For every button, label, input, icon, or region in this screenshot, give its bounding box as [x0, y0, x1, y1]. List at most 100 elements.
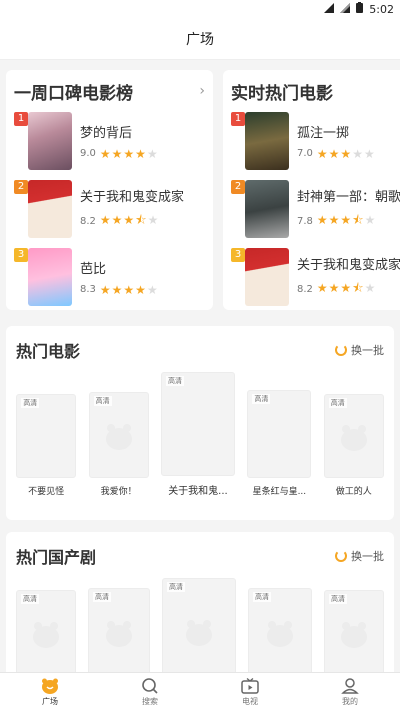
section-title: 热门国产剧 — [16, 548, 97, 567]
status-bar: 5:02 — [0, 0, 400, 20]
refresh-icon — [335, 344, 347, 356]
rating: 7.0 ★★★★★ — [297, 147, 376, 161]
tab-tv[interactable]: 电视 — [220, 673, 280, 712]
signal-icon — [324, 2, 335, 16]
hd-badge: 高清 — [93, 396, 112, 406]
rating-score: 7.8 — [297, 216, 313, 227]
placeholder-icon — [186, 620, 212, 647]
movie-title: 封神第一部：朝歌 — [297, 190, 400, 205]
star-rating-icon: ★★★★★ — [99, 282, 159, 297]
placeholder-icon — [106, 621, 132, 648]
movie-cover[interactable] — [245, 248, 289, 306]
search-icon — [141, 678, 159, 694]
signal-strength-icon — [340, 2, 351, 16]
hd-badge: 高清 — [93, 592, 111, 602]
hd-badge: 高清 — [329, 594, 347, 604]
rank-badge: 1 — [14, 112, 28, 126]
chevron-right-icon[interactable]: › — [199, 83, 205, 99]
movie-title: 芭比 — [80, 261, 107, 277]
tab-square[interactable]: 广场 — [20, 673, 80, 712]
rank-badge: 1 — [231, 112, 245, 126]
tab-label: 广场 — [42, 697, 58, 706]
star-rating-icon: ★★★★★ — [99, 146, 159, 161]
movie-title: 星条红与皇... — [252, 487, 307, 497]
drama-poster[interactable]: 高清 — [324, 590, 384, 676]
rank-list-title: 一周口碑电影榜 — [14, 83, 133, 104]
drama-card[interactable]: 高清 — [248, 588, 312, 676]
rating-score: 9.0 — [80, 148, 96, 159]
drama-poster[interactable]: 高清 — [248, 588, 312, 676]
hd-badge: 高清 — [167, 582, 185, 592]
rating-score: 8.2 — [297, 284, 313, 295]
drama-card[interactable]: 高清 — [162, 578, 236, 682]
refresh-button[interactable]: 换一批 — [335, 548, 384, 564]
hot-movies-section: 热门电影 换一批 高清 不要见怪 高清 我爱你！ 高清 关于我和鬼... 高清 … — [6, 326, 394, 520]
rank-badge: 3 — [231, 248, 245, 262]
hd-badge: 高清 — [253, 592, 271, 602]
list-item[interactable]: 2 封神第一部：朝歌 7.8 ★★★⯪★ — [231, 180, 400, 238]
drama-poster[interactable]: 高清 — [88, 588, 150, 676]
list-item[interactable]: 2 关于我和鬼变成家 8.2 ★★★⯪★ — [14, 180, 205, 238]
refresh-button[interactable]: 换一批 — [335, 342, 384, 358]
movie-poster[interactable]: 高清 — [16, 394, 77, 478]
list-item[interactable]: 1 梦的背后 9.0 ★★★★★ — [14, 112, 205, 170]
placeholder-icon — [340, 425, 367, 452]
movie-cover[interactable] — [28, 180, 72, 238]
tab-search[interactable]: 搜索 — [120, 673, 180, 712]
refresh-label: 换一批 — [351, 344, 384, 357]
hd-badge: 高清 — [21, 594, 39, 604]
movie-poster[interactable]: 高清 — [247, 390, 312, 478]
rating: 9.0 ★★★★★ — [80, 147, 159, 161]
hd-badge: 高清 — [21, 398, 40, 408]
rating: 8.2 ★★★⯪★ — [297, 279, 400, 300]
placeholder-icon — [105, 424, 132, 451]
drama-card[interactable]: 高清 — [88, 588, 150, 676]
placeholder-icon — [33, 622, 59, 649]
movie-title: 做工的人 — [335, 487, 372, 497]
tab-label: 电视 — [242, 697, 258, 706]
movie-poster[interactable]: 高清 — [160, 372, 235, 476]
list-item[interactable]: 3 芭比 8.3 ★★★★★ — [14, 248, 205, 306]
star-rating-icon: ★★★⯪★ — [316, 213, 377, 227]
movie-card[interactable]: 高清 不要见怪 — [16, 394, 77, 497]
star-rating-icon: ★★★⯪★ — [99, 213, 160, 227]
movie-title: 关于我和鬼变成家 — [297, 258, 400, 273]
movie-poster[interactable]: 高清 — [88, 392, 149, 478]
list-item[interactable]: 1 孤注一掷 7.0 ★★★★★ — [231, 112, 400, 170]
movie-card[interactable]: 高清 关于我和鬼... — [160, 372, 235, 497]
drama-row: 高清 高清 高清 高清 高清 — [6, 578, 394, 682]
movie-cover[interactable] — [28, 248, 72, 306]
rank-badge: 3 — [14, 248, 28, 262]
battery-icon — [356, 2, 364, 16]
rank-list-weekly[interactable]: 一周口碑电影榜 › 1 梦的背后 9.0 ★★★★★ 2 关于我和鬼变成家 8.… — [6, 70, 213, 310]
movie-card[interactable]: 高清 星条红与皇... — [247, 390, 312, 497]
movie-cover[interactable] — [245, 112, 289, 170]
drama-card[interactable]: 高清 — [16, 590, 76, 676]
movie-poster[interactable]: 高清 — [323, 394, 384, 478]
rating: 7.8 ★★★⯪★ — [297, 211, 400, 232]
clock: 5:02 — [369, 2, 394, 16]
rank-list-realtime[interactable]: 实时热门电影 1 孤注一掷 7.0 ★★★★★ 2 封神第一部：朝歌 7.8 ★… — [223, 70, 400, 310]
drama-poster[interactable]: 高清 — [16, 590, 76, 676]
section-title: 热门电影 — [16, 342, 81, 361]
movie-title: 孤注一掷 — [297, 125, 350, 141]
drama-card[interactable]: 高清 — [324, 590, 384, 676]
movie-cover[interactable] — [245, 180, 289, 238]
movie-title: 梦的背后 — [80, 125, 133, 141]
movie-title: 关于我和鬼... — [168, 486, 228, 497]
rank-list-header[interactable]: 实时热门电影 — [231, 80, 400, 104]
movie-cover[interactable] — [28, 112, 72, 170]
movie-card[interactable]: 高清 我爱你！ — [88, 392, 149, 497]
rank-list-header[interactable]: 一周口碑电影榜 › — [14, 80, 205, 104]
movie-row: 高清 不要见怪 高清 我爱你！ 高清 关于我和鬼... 高清 星条红与皇... — [6, 372, 394, 497]
movie-card[interactable]: 高清 做工的人 — [323, 394, 384, 497]
refresh-icon — [335, 550, 347, 562]
home-icon — [41, 678, 59, 694]
drama-poster[interactable]: 高清 — [162, 578, 236, 682]
top-bar: 广场 — [0, 20, 400, 60]
list-item[interactable]: 3 关于我和鬼变成家 8.2 ★★★⯪★ — [231, 248, 400, 306]
rank-badge: 2 — [14, 180, 28, 194]
tab-label: 我的 — [342, 697, 358, 706]
movie-title: 不要见怪 — [28, 487, 65, 497]
tab-mine[interactable]: 我的 — [320, 673, 380, 712]
